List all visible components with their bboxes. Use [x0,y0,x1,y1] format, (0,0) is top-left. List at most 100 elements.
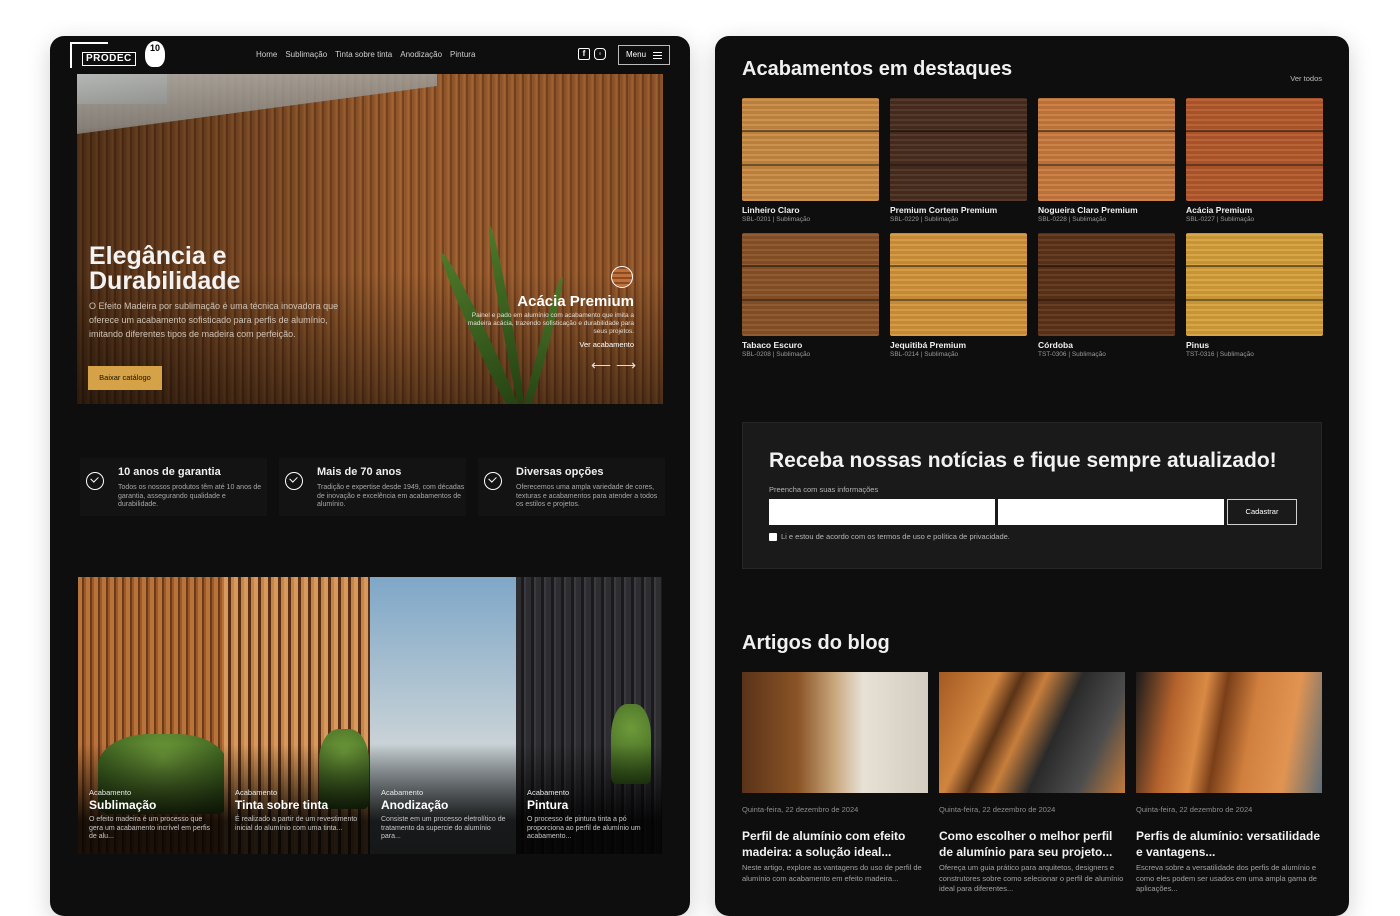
benefits-section: 10 anos de garantia Todos os nossos prod… [80,458,665,516]
finish-label: Acabamento [527,788,570,797]
finish-label: Acabamento [381,788,424,797]
swatch-name: Córdoba [1038,340,1073,350]
nav-home[interactable]: Home [256,50,277,59]
hero-title: Elegância e Durabilidade [89,242,241,295]
finish-card-sublimacao[interactable]: Acabamento Sublimação O efeito madeira é… [78,577,224,854]
blog-title: Artigos do blog [742,632,890,654]
swatch-code: SBL-0228 | Sublimação [1038,216,1107,223]
wood-swatch-image [1038,98,1175,201]
finish-name: Tinta sobre tinta [235,798,329,812]
download-catalog-button[interactable]: Baixar catálogo [88,366,162,390]
facebook-icon[interactable]: f [578,48,590,60]
benefit-title: Diversas opções [516,466,604,478]
swatch-name: Nogueira Claro Premium [1038,205,1138,215]
wood-swatch-image [890,98,1027,201]
menu-label: Menu [626,50,647,59]
finish-swatch-card[interactable]: Linheiro Claro SBL-0201 | Sublimação [742,98,879,223]
blog-section: Quinta-feira, 22 dezembro de 2024 Perfil… [742,672,1322,895]
finish-description: O efeito madeira é um processo que gera … [89,816,210,840]
swatch-name: Premium Cortem Premium [890,205,998,215]
finish-description: Consiste em um processo eletrolítico de … [381,816,506,840]
logo-text: PRODEC [82,52,136,66]
nav-pintura[interactable]: Pintura [450,50,475,59]
featured-finish-description: Painel e pado em alumínio com acabamento… [467,312,634,335]
blog-post-card[interactable]: Quinta-feira, 22 dezembro de 2024 Perfis… [1136,672,1322,895]
newsletter-subtitle: Preencha com suas informações [769,485,879,494]
concrete-slab-image [77,74,437,134]
finish-description: É realizado a partir de um revestimento … [235,816,358,832]
finish-swatch-card[interactable]: Jequitibá Premium SBL-0214 | Sublimação [890,233,1027,358]
post-excerpt: Neste artigo, explore as vantagens do us… [742,863,922,883]
swatch-code: SBL-0229 | Sublimação [890,216,959,223]
swatch-name: Tabaco Escuro [742,340,803,350]
blog-post-card[interactable]: Quinta-feira, 22 dezembro de 2024 Como e… [939,672,1125,895]
swatch-name: Acácia Premium [1186,205,1253,215]
benefit-item: 10 anos de garantia Todos os nossos prod… [80,458,267,516]
badge-check-icon [484,472,502,490]
swatch-code: SBL-0214 | Sublimação [890,351,959,358]
post-title[interactable]: Como escolher o melhor perfil de alumíni… [939,828,1125,860]
finish-swatch-card[interactable]: Pinus TST-0316 | Sublimação [1186,233,1323,358]
social-links: f ◦ [578,48,606,60]
benefit-item: Diversas opções Oferecemos uma ampla var… [478,458,665,516]
benefit-title: Mais de 70 anos [317,466,402,478]
finish-swatch-card[interactable]: Premium Cortem Premium SBL-0229 | Sublima… [890,98,1027,223]
finish-label: Acabamento [235,788,278,797]
hamburger-icon [653,52,662,59]
newsletter-title: Receba nossas notícias e fique sempre at… [769,449,1277,472]
finish-label: Acabamento [89,788,132,797]
finish-swatch-card[interactable]: Acácia Premium SBL-0227 | Sublimação [1186,98,1323,223]
nav-anodizacao[interactable]: Anodização [400,50,442,59]
finish-description: O processo de pintura tinta a pó proporc… [527,816,641,840]
swatch-code: SBL-0208 | Sublimação [742,351,811,358]
swatch-code: TST-0306 | Sublimação [1038,351,1106,358]
swatch-code: SBL-0201 | Sublimação [742,216,811,223]
benefit-description: Tradição e expertise desde 1949, com déc… [317,484,465,508]
post-date: Quinta-feira, 22 dezembro de 2024 [939,805,1056,814]
prodec-logo[interactable]: PRODEC [68,42,138,68]
benefit-item: Mais de 70 anos Tradição e expertise des… [279,458,466,516]
post-date: Quinta-feira, 22 dezembro de 2024 [742,805,859,814]
badge-check-icon [285,472,303,490]
instagram-icon[interactable]: ◦ [594,48,606,60]
view-finish-link[interactable]: Ver acabamento [579,340,634,349]
benefit-description: Oferecemos uma ampla variedade de cores,… [516,484,658,508]
wood-swatch-image [742,233,879,336]
blog-post-card[interactable]: Quinta-feira, 22 dezembro de 2024 Perfil… [742,672,928,895]
homepage-preview: PRODEC 10 Home Sublimação Tinta sobre ti… [50,36,690,916]
finish-card-anodizacao[interactable]: Acabamento Anodização Consiste em um pro… [370,577,516,854]
name-field[interactable] [769,499,995,525]
post-title[interactable]: Perfil de alumínio com efeito madeira: a… [742,828,928,860]
post-excerpt: Ofereça um guia prático para arquitetos,… [939,863,1124,893]
arrow-right-icon[interactable]: ⟶ [616,357,636,374]
menu-button[interactable]: Menu [618,45,670,65]
swatch-code: SBL-0227 | Sublimação [1186,216,1255,223]
featured-swatch[interactable] [611,266,633,288]
subscribe-button[interactable]: Cadastrar [1227,499,1297,525]
wood-swatch-image [1038,233,1175,336]
arrow-left-icon[interactable]: ⟵ [591,357,611,374]
hero-banner: Elegância e Durabilidade O Efeito Madeir… [77,74,663,404]
warranty-seal-icon: 10 [145,41,165,67]
finish-swatch-card[interactable]: Tabaco Escuro SBL-0208 | Sublimação [742,233,879,358]
benefit-description: Todos os nossos produtos têm até 10 anos… [118,484,262,508]
post-title[interactable]: Perfis de alumínio: versatilidade e vant… [1136,828,1322,860]
see-all-link[interactable]: Ver todos [1290,74,1322,83]
finish-swatch-card[interactable]: Nogueira Claro Premium SBL-0228 | Sublima… [1038,98,1175,223]
wood-swatch-image [890,233,1027,336]
post-date: Quinta-feira, 22 dezembro de 2024 [1136,805,1253,814]
finish-name: Anodização [381,798,449,812]
email-field[interactable] [998,499,1224,525]
main-nav: Home Sublimação Tinta sobre tinta Anodiz… [256,50,475,59]
nav-sublimacao[interactable]: Sublimação [285,50,327,59]
terms-checkbox[interactable] [769,533,777,541]
catalog-preview: Acabamentos em destaques Ver todos Linhe… [715,36,1349,916]
hero-description: O Efeito Madeira por sublimação é uma té… [89,301,339,339]
badge-check-icon [86,472,104,490]
blog-post-image [1136,672,1322,793]
finish-swatch-card[interactable]: Córdoba TST-0306 | Sublimação [1038,233,1175,358]
swatch-code: TST-0316 | Sublimação [1186,351,1254,358]
finish-card-pintura[interactable]: Acabamento Pintura O processo de pintura… [516,577,662,854]
finish-card-tinta-sobre-tinta[interactable]: Acabamento Tinta sobre tinta É realizado… [224,577,370,854]
nav-tinta-sobre-tinta[interactable]: Tinta sobre tinta [335,50,392,59]
